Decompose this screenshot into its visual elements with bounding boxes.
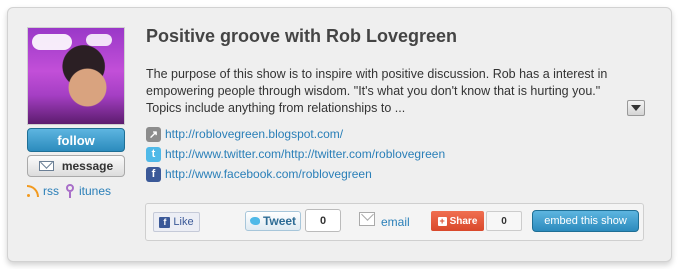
email-share-link[interactable]: email bbox=[359, 210, 410, 234]
envelope-icon bbox=[38, 161, 54, 171]
facebook-like-button[interactable]: f Like bbox=[153, 212, 200, 232]
cloud-decoration bbox=[32, 34, 72, 50]
link-row-twitter: t http://www.twitter.com/http://twitter.… bbox=[146, 144, 445, 164]
link-row-blog: ↗ http://roblovegreen.blogspot.com/ bbox=[146, 124, 445, 144]
twitter-bird-icon bbox=[249, 217, 260, 225]
chevron-down-icon bbox=[631, 105, 641, 111]
tweet-button[interactable]: Tweet bbox=[245, 211, 301, 231]
email-label: email bbox=[381, 215, 410, 229]
share-bar: f Like Tweet 0 email + Share 0 embed thi… bbox=[145, 203, 644, 241]
show-description: The purpose of this show is to inspire w… bbox=[146, 67, 608, 115]
twitter-icon: t bbox=[146, 146, 161, 162]
expand-description-button[interactable] bbox=[627, 100, 645, 116]
cloud-decoration bbox=[86, 34, 112, 46]
show-avatar[interactable] bbox=[27, 27, 125, 125]
show-links: ↗ http://roblovegreen.blogspot.com/ t ht… bbox=[146, 124, 445, 184]
twitter-link[interactable]: http://www.twitter.com/http://twitter.co… bbox=[165, 147, 445, 161]
rss-label: rss bbox=[43, 184, 59, 198]
link-row-facebook: f http://www.facebook.com/roblovegreen bbox=[146, 164, 445, 184]
follow-button[interactable]: follow bbox=[27, 128, 125, 152]
share-count: 0 bbox=[486, 211, 522, 231]
itunes-icon bbox=[65, 184, 75, 198]
message-label: message bbox=[61, 159, 114, 173]
facebook-icon: f bbox=[146, 166, 161, 182]
facebook-link[interactable]: http://www.facebook.com/roblovegreen bbox=[165, 167, 372, 181]
facebook-icon: f bbox=[159, 216, 171, 228]
tweet-count: 0 bbox=[305, 209, 341, 232]
email-icon bbox=[359, 212, 375, 226]
share-button[interactable]: + Share bbox=[431, 211, 484, 231]
message-button[interactable]: message bbox=[27, 155, 125, 177]
show-title: Positive groove with Rob Lovegreen bbox=[146, 26, 458, 46]
blog-link[interactable]: http://roblovegreen.blogspot.com/ bbox=[165, 127, 343, 141]
plus-icon: + bbox=[437, 215, 447, 226]
itunes-link[interactable]: itunes bbox=[65, 184, 111, 198]
feed-links: rss itunes bbox=[27, 183, 117, 199]
share-label: Share bbox=[449, 215, 478, 227]
rss-link[interactable]: rss bbox=[27, 184, 59, 198]
tweet-label: Tweet bbox=[262, 214, 297, 228]
embed-show-button[interactable]: embed this show bbox=[532, 210, 639, 232]
itunes-label: itunes bbox=[79, 184, 112, 198]
like-label: Like bbox=[173, 216, 194, 228]
rss-icon bbox=[27, 185, 39, 197]
share-icon: ↗ bbox=[146, 126, 161, 142]
